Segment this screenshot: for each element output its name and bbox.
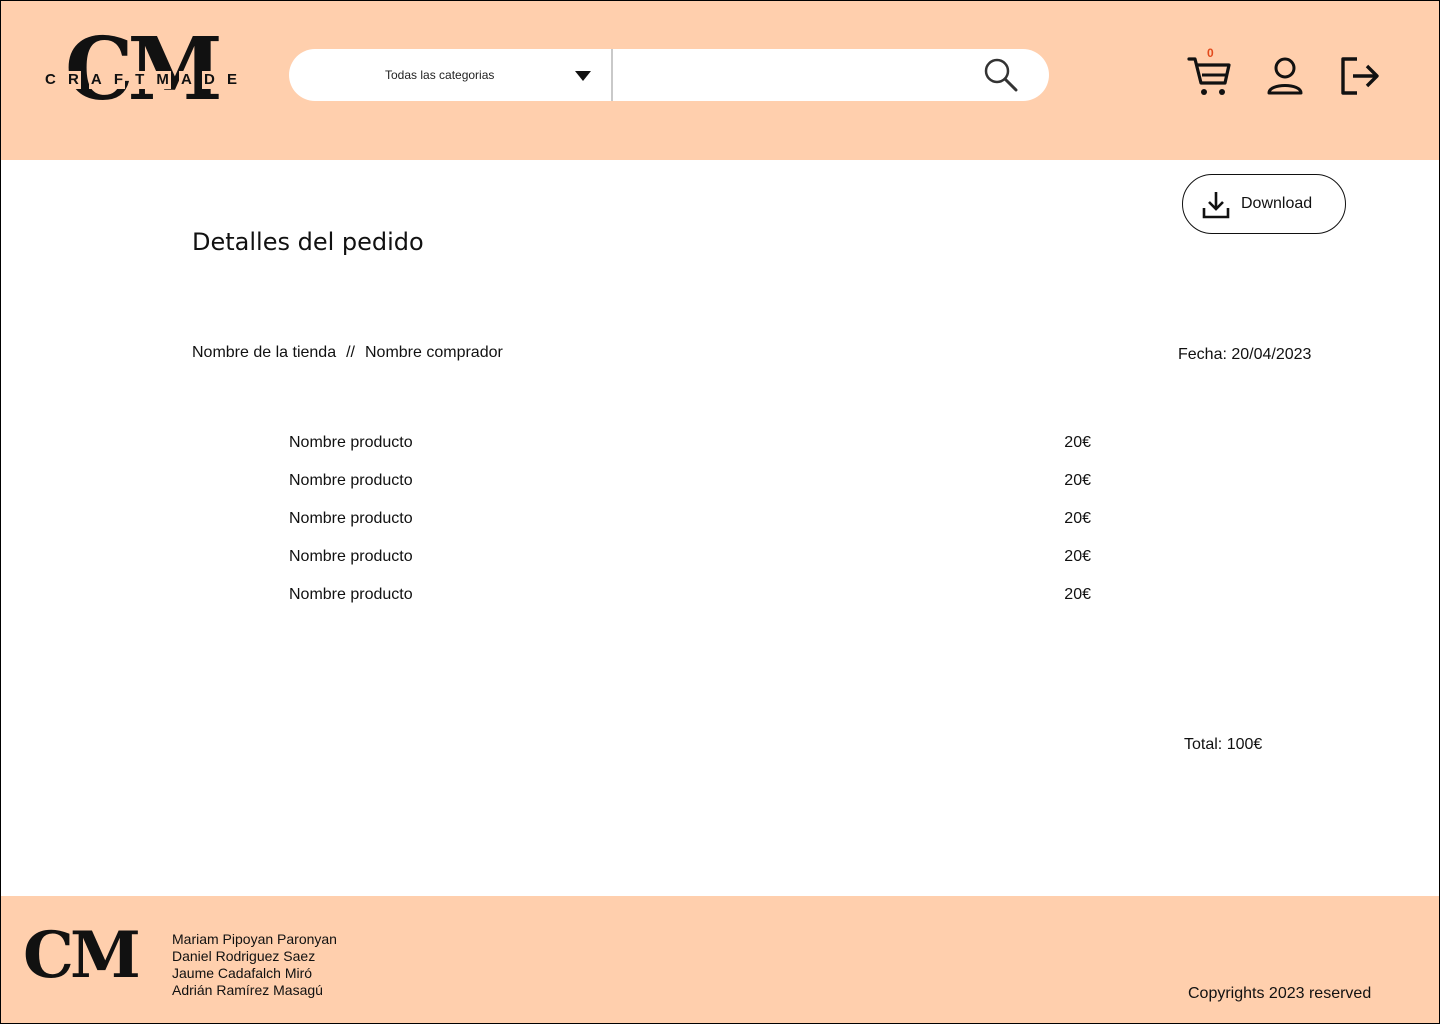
author-name: Jaume Cadafalch Miró [172,965,313,981]
search-input[interactable] [623,59,977,93]
product-name: Nombre producto [289,472,413,489]
logo[interactable]: CM C R A F T M A D E [43,27,239,113]
product-price: 20€ [1064,434,1091,451]
product-price: 20€ [1064,472,1091,489]
cart-count-badge: 0 [1207,46,1214,60]
product-name: Nombre producto [289,586,413,603]
user-icon[interactable] [1263,55,1309,101]
category-select-label: Todas las categorias [385,68,495,82]
authors-list: Mariam Pipoyan Paronyan Daniel Rodriguez… [172,931,337,999]
product-name: Nombre producto [289,434,413,451]
product-name: Nombre producto [289,510,413,527]
author-name: Adrián Ramírez Masagú [172,982,323,998]
product-price: 20€ [1064,548,1091,565]
list-item: Nombre producto 20€ [289,546,1091,584]
logout-icon[interactable] [1335,53,1381,99]
author-name: Mariam Pipoyan Paronyan [172,931,337,947]
logo-mark: CM [65,19,223,120]
order-total: Total: 100€ [1184,736,1263,753]
order-date: Fecha: 20/04/2023 [1178,346,1312,363]
separator: // [346,344,355,361]
buyer-name: Nombre comprador [364,344,503,361]
product-price: 20€ [1064,586,1091,603]
download-label: Download [1241,195,1313,212]
product-name: Nombre producto [289,548,413,565]
copyright-text: Copyrights 2023 reserved [1188,985,1372,1002]
page-title: Detalles del pedido [192,228,424,256]
list-item: Nombre producto 20€ [289,508,1091,546]
list-item: Nombre producto 20€ [289,470,1091,508]
chevron-down-icon[interactable] [575,71,591,81]
search-bar: Todas las categorias [289,49,1049,101]
list-item: Nombre producto 20€ [289,432,1091,470]
store-name: Nombre de la tienda [192,344,337,361]
category-select[interactable]: Todas las categorias [289,49,613,101]
product-price: 20€ [1064,510,1091,527]
header: CM C R A F T M A D E Todas las categoria… [1,1,1439,160]
footer-logo: CM [23,918,141,993]
list-item: Nombre producto 20€ [289,584,1091,622]
download-icon [1202,192,1230,219]
order-items-list: Nombre producto 20€ Nombre producto 20€ … [289,432,1091,622]
download-button[interactable]: Download [1182,174,1346,234]
search-icon[interactable] [983,57,1019,93]
order-parties: Nombre de la tienda // Nombre comprador [192,344,503,362]
author-name: Daniel Rodriguez Saez [172,948,316,964]
logo-tagline: C R A F T M A D E [43,71,239,89]
footer: CM Mariam Pipoyan Paronyan Daniel Rodrig… [1,896,1439,1023]
